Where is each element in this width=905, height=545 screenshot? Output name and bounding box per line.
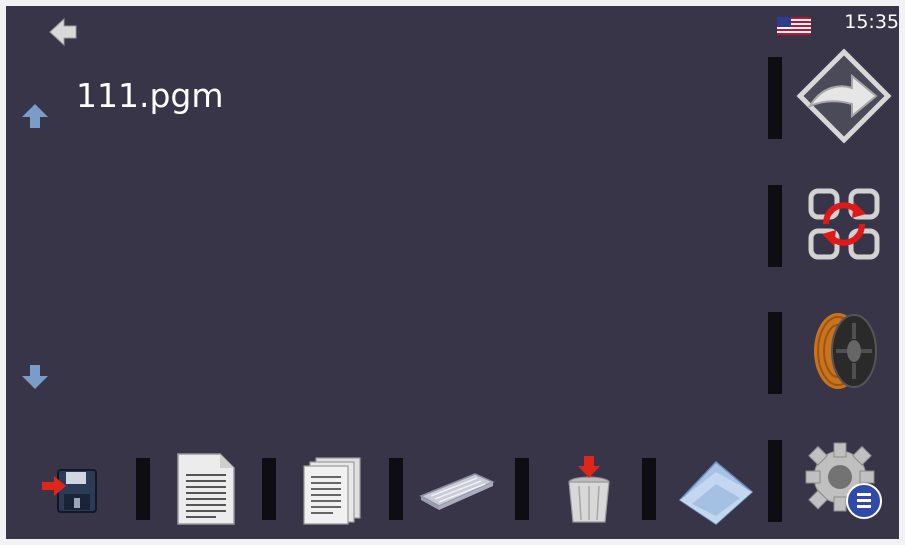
separator [389,458,403,520]
separator [136,458,150,520]
language-flag[interactable] [777,17,811,35]
document-icon [177,453,235,525]
filament-spool-button[interactable] [796,303,892,399]
separator [768,185,782,267]
file-name[interactable]: 111.pgm [76,74,224,118]
keyboard-icon [419,473,495,510]
clock: 15:35 [844,11,899,33]
save-disk-icon [42,469,97,513]
refresh-icon [808,188,880,260]
folder-button[interactable] [672,452,754,526]
separator [768,312,782,394]
back-arrow-icon [49,17,77,47]
document-button[interactable] [172,452,242,526]
scroll-up-arrow-icon [22,104,48,128]
scroll-down-arrow-icon [22,365,48,389]
separator [768,57,782,139]
scroll-up-button[interactable] [20,101,50,131]
us-flag-icon [777,17,811,35]
delete-button[interactable] [554,452,624,526]
separator [515,458,529,520]
scroll-down-button[interactable] [20,362,50,392]
folder-icon [678,460,754,525]
filament-spool-icon [814,313,877,389]
screen: 15:35 111.pgm [6,6,899,539]
settings-button[interactable] [796,431,892,527]
separator [642,458,656,520]
save-button[interactable] [36,452,106,526]
documents-button[interactable] [300,452,370,526]
trash-icon [568,456,610,523]
separator [768,440,782,522]
forward-arrow-icon [796,48,892,144]
separator [262,458,276,520]
back-button[interactable] [46,14,82,50]
forward-button[interactable] [796,48,892,144]
refresh-button[interactable] [796,176,892,272]
documents-icon [303,457,361,525]
settings-gear-icon [805,442,882,519]
keyboard-button[interactable] [419,452,495,526]
